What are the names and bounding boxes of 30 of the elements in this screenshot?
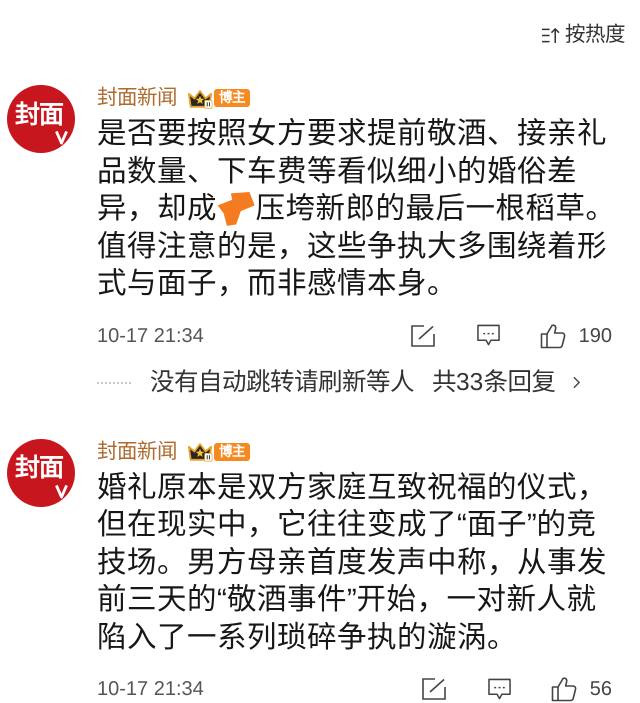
comment-text: 是否要按照女方要求提前敬酒、接亲礼品数量、下车费等看似细小的婚俗差	[97, 116, 608, 190]
timestamp: 10-17 21:34	[97, 677, 204, 701]
share-icon[interactable]	[422, 678, 446, 700]
thumbs-up-icon	[550, 676, 577, 702]
crown-icon	[187, 441, 213, 462]
like-button[interactable]: 190	[540, 322, 612, 348]
logo-text: 封面	[15, 102, 63, 128]
thumbs-up-icon	[540, 322, 566, 348]
author-name[interactable]: 封面新闻	[97, 85, 177, 111]
comment-text: 值得注意的是，这些争执大多围绕着形式与面子，而非感情本身。	[97, 228, 608, 302]
author-name[interactable]: 封面新闻	[97, 438, 177, 464]
logo-text: 封面	[15, 455, 63, 482]
comment-icon[interactable]	[476, 324, 500, 347]
comment-icon[interactable]	[488, 678, 511, 700]
comment-text: 异，却成	[97, 191, 217, 227]
role-tag: 博主	[214, 442, 250, 460]
role-tag: 博主	[214, 89, 250, 107]
comment-text: 婚礼原本是双方家庭互致祝福的仪式，但在现实中，它往往变成了“面子”的竞技场。男方母亲首度发声中称，从事发前三天的“敬酒事件”开始，一对新人就陷入了一系列琐碎争执的漩涡。	[97, 470, 608, 656]
sort-icon	[541, 26, 560, 44]
sticker-icon	[217, 192, 256, 226]
replies-link[interactable]: 没有自动跳转请刷新等人 共33条回复	[150, 368, 580, 398]
sort-button[interactable]: 按热度	[541, 22, 625, 48]
share-icon[interactable]	[410, 324, 435, 346]
like-button[interactable]: 56	[550, 676, 612, 702]
avatar-logo[interactable]: 封面	[7, 85, 75, 153]
timestamp: 10-17 21:34	[97, 324, 204, 348]
avatar-logo[interactable]: 封面	[7, 438, 75, 506]
chevron-right-icon	[573, 376, 580, 389]
comment-text: 压垮新郎的最后一根稻草。	[255, 191, 616, 227]
crown-icon	[187, 88, 213, 108]
